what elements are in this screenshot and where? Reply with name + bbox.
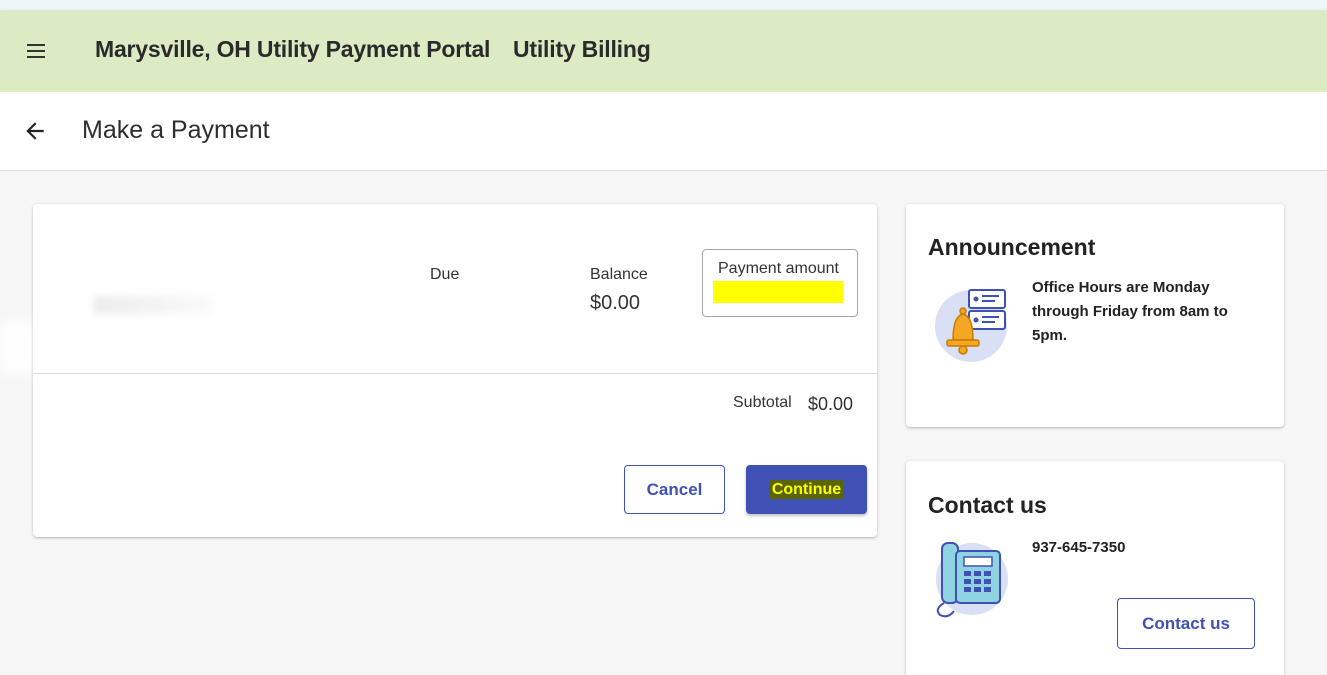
announcement-card: Announcement Office Hours are Monday thr… <box>906 204 1284 427</box>
bell-notification-icon <box>931 280 1021 370</box>
top-strip <box>0 0 1327 10</box>
menu-icon[interactable] <box>24 39 48 63</box>
app-header: Marysville, OH Utility Payment Portal Ut… <box>0 10 1327 92</box>
due-label: Due <box>430 266 460 283</box>
balance-label: Balance <box>590 266 648 283</box>
telephone-icon <box>928 535 1013 620</box>
announcement-heading: Announcement <box>928 234 1096 260</box>
payment-amount-field[interactable]: Payment amount <box>702 249 858 317</box>
phone-number: 937-645-7350 <box>1032 539 1126 556</box>
payment-amount-label: Payment amount <box>718 260 839 277</box>
subtotal-value: $0.00 <box>808 394 854 414</box>
contact-card: Contact us 937-645-7350 Contact us <box>906 461 1284 675</box>
payment-amount-input[interactable] <box>713 281 843 303</box>
arrow-back-icon[interactable] <box>22 118 48 144</box>
page-title-bar: Make a Payment <box>0 92 1327 171</box>
app-subtitle: Utility Billing <box>513 36 651 62</box>
contact-us-button[interactable]: Contact us <box>1117 598 1255 649</box>
account-redacted <box>93 296 213 314</box>
balance-value: $0.00 <box>590 292 641 314</box>
payment-card: Due Balance $0.00 Payment amount Subtota… <box>33 204 877 537</box>
contact-heading: Contact us <box>928 492 1047 518</box>
subtotal-label: Subtotal <box>733 394 792 411</box>
divider <box>33 373 877 374</box>
announcement-text: Office Hours are Monday through Friday f… <box>1032 279 1228 344</box>
cancel-button[interactable]: Cancel <box>624 465 725 514</box>
app-title: Marysville, OH Utility Payment Portal <box>95 36 491 62</box>
continue-button[interactable]: Continue <box>746 465 867 514</box>
continue-button-label: Continue <box>769 479 844 499</box>
page-title: Make a Payment <box>82 116 270 144</box>
